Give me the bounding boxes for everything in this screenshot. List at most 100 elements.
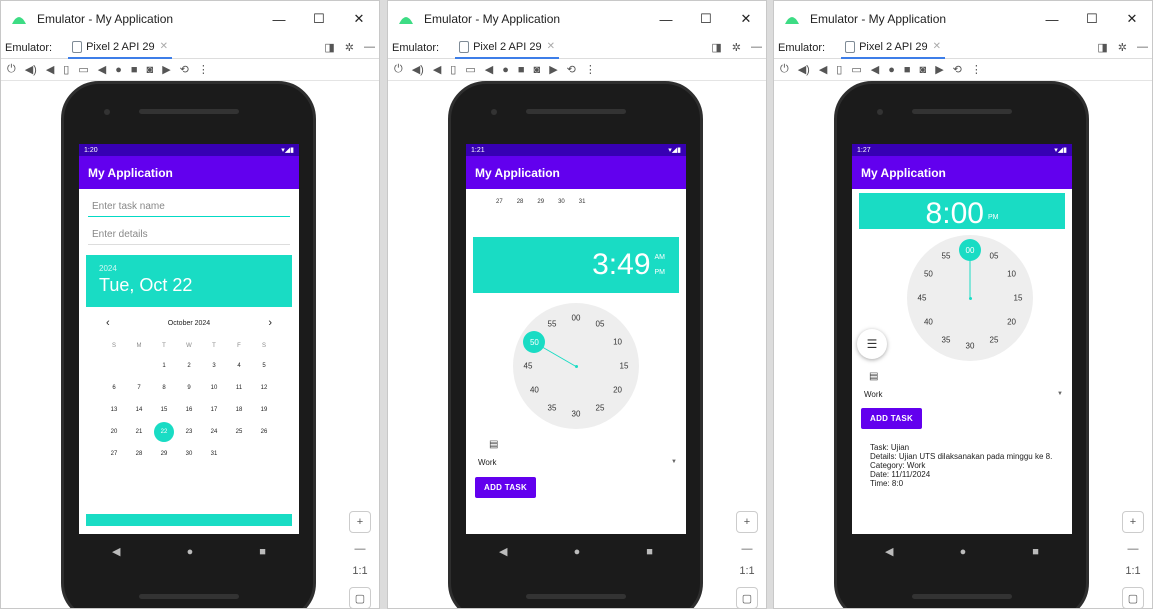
camera-icon[interactable]: ◙ bbox=[920, 64, 927, 76]
clock-number[interactable]: 55 bbox=[942, 252, 951, 261]
clock-number[interactable]: 35 bbox=[548, 403, 557, 412]
clock-number[interactable]: 10 bbox=[1007, 270, 1016, 279]
clock-face[interactable]: 00051015202530354045505500 bbox=[907, 235, 1033, 361]
calendar-day[interactable]: 1 bbox=[152, 355, 177, 377]
pm-toggle[interactable]: PM bbox=[655, 269, 666, 276]
clock-number[interactable]: 15 bbox=[620, 362, 629, 371]
snapshot-icon[interactable]: ⟲ bbox=[953, 63, 962, 76]
clock-selector[interactable]: 50 bbox=[523, 331, 546, 353]
record-icon[interactable]: ▶ bbox=[935, 63, 943, 76]
calendar-day[interactable]: 23 bbox=[177, 421, 202, 443]
power-icon[interactable]: ⏻ bbox=[780, 63, 789, 76]
overview-icon[interactable]: ■ bbox=[131, 64, 138, 76]
gear-icon[interactable]: ✲ bbox=[732, 41, 741, 54]
am-toggle[interactable]: AM bbox=[655, 254, 666, 261]
phone-screen[interactable]: 1:21 ▾◢▮ My Application 27 28 29 30 31 3:49 A… bbox=[466, 144, 686, 534]
minimize-button[interactable]: — bbox=[1032, 1, 1072, 37]
tab-close-icon[interactable]: ✕ bbox=[933, 41, 941, 52]
home-icon[interactable]: ● bbox=[888, 64, 895, 76]
calendar-day[interactable]: 26 bbox=[252, 421, 277, 443]
volume-down-icon[interactable]: ◀ bbox=[46, 63, 54, 76]
overview-icon[interactable]: ■ bbox=[904, 64, 911, 76]
zoom-out-button[interactable]: — bbox=[742, 543, 753, 555]
minimize-button[interactable]: — bbox=[646, 1, 686, 37]
maximize-button[interactable]: ☐ bbox=[299, 1, 339, 37]
device-tab[interactable]: Pixel 2 API 29 ✕ bbox=[68, 37, 172, 59]
zoom-ratio-button[interactable]: 1:1 bbox=[739, 565, 754, 577]
calendar-day[interactable]: 21 bbox=[127, 421, 152, 443]
clock-number[interactable]: 30 bbox=[966, 342, 975, 351]
calendar-day[interactable]: 29 bbox=[152, 443, 177, 465]
nav-recents-icon[interactable]: ■ bbox=[646, 546, 653, 558]
tab-close-icon[interactable]: ✕ bbox=[547, 41, 555, 52]
clock-selector[interactable]: 00 bbox=[959, 239, 981, 261]
zoom-in-button[interactable]: + bbox=[736, 511, 758, 533]
time-display[interactable]: 8:00 bbox=[926, 199, 984, 229]
hide-icon[interactable]: — bbox=[1137, 41, 1148, 54]
calendar-day[interactable]: 30 bbox=[177, 443, 202, 465]
home-icon[interactable]: ● bbox=[502, 64, 509, 76]
home-icon[interactable]: ● bbox=[115, 64, 122, 76]
calendar-day[interactable]: 15 bbox=[152, 399, 177, 421]
calendar-day[interactable]: 12 bbox=[252, 377, 277, 399]
rotate-left-icon[interactable]: ▯ bbox=[450, 63, 456, 76]
calendar-day[interactable]: 18 bbox=[227, 399, 252, 421]
calendar-day[interactable]: 17 bbox=[202, 399, 227, 421]
calendar-day[interactable]: 27 bbox=[102, 443, 127, 465]
hide-icon[interactable]: — bbox=[751, 41, 762, 54]
add-task-button[interactable]: ADD TASK bbox=[861, 408, 923, 429]
calendar-day[interactable]: 5 bbox=[252, 355, 277, 377]
camera-icon[interactable]: ◙ bbox=[534, 64, 541, 76]
volume-down-icon[interactable]: ◀ bbox=[819, 63, 827, 76]
category-spinner[interactable]: Work ▼ bbox=[475, 453, 677, 471]
clock-number[interactable]: 25 bbox=[990, 335, 999, 344]
back-icon[interactable]: ◀ bbox=[98, 63, 106, 76]
volume-up-icon[interactable]: ◀) bbox=[412, 63, 424, 76]
clock-number[interactable]: 40 bbox=[924, 318, 933, 327]
clock-number[interactable]: 20 bbox=[1007, 318, 1016, 327]
keyboard-icon[interactable]: ▤ bbox=[489, 435, 686, 453]
calendar-day[interactable]: 28 bbox=[517, 199, 524, 229]
fit-screen-icon[interactable]: ▢ bbox=[736, 587, 758, 608]
calendar-day[interactable]: 25 bbox=[227, 421, 252, 443]
overview-icon[interactable]: ■ bbox=[518, 64, 525, 76]
calendar-day[interactable]: 4 bbox=[227, 355, 252, 377]
clock-number[interactable]: 25 bbox=[596, 403, 605, 412]
nav-recents-icon[interactable]: ■ bbox=[1032, 546, 1039, 558]
calendar-day[interactable]: 22 bbox=[152, 421, 177, 443]
zoom-ratio-button[interactable]: 1:1 bbox=[1125, 565, 1140, 577]
calendar-day[interactable]: 11 bbox=[227, 377, 252, 399]
calendar-day[interactable]: 13 bbox=[102, 399, 127, 421]
volume-up-icon[interactable]: ◀) bbox=[25, 63, 37, 76]
rotate-left-icon[interactable]: ▯ bbox=[836, 63, 842, 76]
power-icon[interactable]: ⏻ bbox=[394, 63, 403, 76]
nav-home-icon[interactable]: ● bbox=[574, 546, 581, 558]
add-task-button[interactable]: ADD TASK bbox=[475, 477, 537, 498]
calendar-day[interactable]: 29 bbox=[537, 199, 544, 229]
zoom-out-button[interactable]: — bbox=[355, 543, 366, 555]
calendar-day[interactable]: 2 bbox=[177, 355, 202, 377]
zoom-in-button[interactable]: + bbox=[1122, 511, 1144, 533]
maximize-button[interactable]: ☐ bbox=[1072, 1, 1112, 37]
task-name-input[interactable]: Enter task name bbox=[88, 189, 290, 217]
layout-icon[interactable]: ◨ bbox=[324, 41, 334, 54]
record-icon[interactable]: ▶ bbox=[549, 63, 557, 76]
nav-back-icon[interactable]: ◀ bbox=[499, 545, 507, 558]
time-display[interactable]: 3:49 bbox=[592, 248, 650, 282]
calendar-day[interactable]: 8 bbox=[152, 377, 177, 399]
rotate-right-icon[interactable]: ▭ bbox=[78, 63, 88, 76]
layout-icon[interactable]: ◨ bbox=[711, 41, 721, 54]
hide-icon[interactable]: — bbox=[364, 41, 375, 54]
more-icon[interactable]: ⋮ bbox=[585, 63, 596, 76]
category-spinner[interactable]: Work ▼ bbox=[861, 385, 1063, 403]
nav-back-icon[interactable]: ◀ bbox=[885, 545, 893, 558]
clock-number[interactable]: 55 bbox=[548, 320, 557, 329]
pm-toggle[interactable]: PM bbox=[988, 214, 999, 221]
tab-close-icon[interactable]: ✕ bbox=[160, 41, 168, 52]
clock-number[interactable]: 00 bbox=[572, 314, 581, 323]
calendar-day[interactable]: 24 bbox=[202, 421, 227, 443]
fit-screen-icon[interactable]: ▢ bbox=[349, 587, 371, 608]
clock-number[interactable]: 40 bbox=[530, 386, 539, 395]
snapshot-icon[interactable]: ⟲ bbox=[180, 63, 189, 76]
calendar-day[interactable]: 16 bbox=[177, 399, 202, 421]
